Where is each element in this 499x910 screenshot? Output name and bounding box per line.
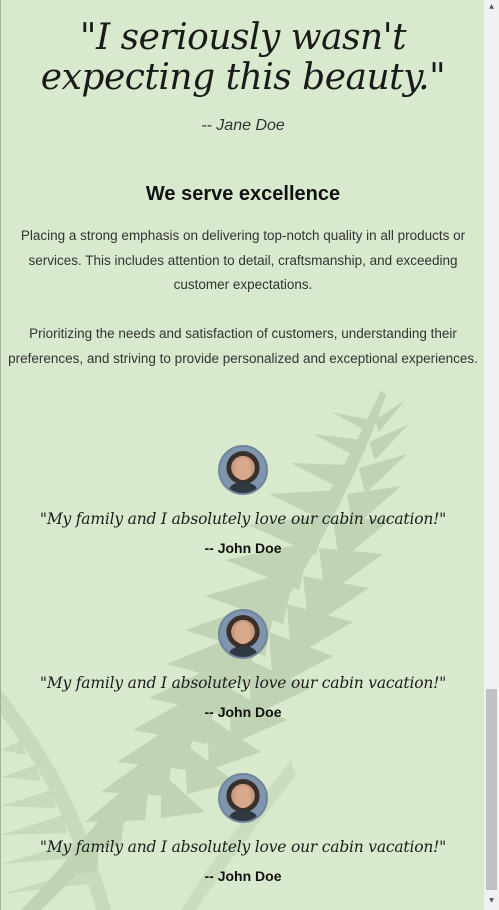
testimonial-quote: "My family and I absolutely love our cab… <box>39 838 447 856</box>
hero-quote-line1: "I seriously wasn't <box>79 17 407 58</box>
testimonial-author: -- John Doe <box>204 540 282 556</box>
testimonial-card: "My family and I absolutely love our cab… <box>1 445 484 556</box>
scroll-up-arrow-icon[interactable]: ▲ <box>488 4 495 10</box>
testimonial-card: "My family and I absolutely love our cab… <box>1 609 484 720</box>
paragraph-customers: Prioritizing the needs and satisfaction … <box>8 326 478 366</box>
scroll-down-arrow-icon[interactable]: ▼ <box>488 898 495 904</box>
testimonial-quote: "My family and I absolutely love our cab… <box>39 510 447 528</box>
testimonial-quote: "My family and I absolutely love our cab… <box>39 674 447 692</box>
person-avatar <box>218 445 268 495</box>
page-content: "I seriously wasn't expecting this beaut… <box>0 0 484 910</box>
paragraph-quality: Placing a strong emphasis on delivering … <box>20 228 466 292</box>
section-title: We serve excellence <box>145 183 341 205</box>
hero-quote-line2: expecting this beauty." <box>40 57 446 98</box>
hero-author: -- Jane Doe <box>201 117 285 134</box>
testimonial-author: -- John Doe <box>204 704 282 720</box>
person-avatar <box>218 609 268 659</box>
testimonial-card: "My family and I absolutely love our cab… <box>1 773 484 884</box>
vertical-scrollbar[interactable]: ▲ ▼ <box>484 0 499 910</box>
person-avatar <box>218 773 268 823</box>
hero-quote: "I seriously wasn't expecting this beaut… <box>1 18 484 98</box>
testimonial-author: -- John Doe <box>204 868 282 884</box>
scrollbar-thumb[interactable] <box>486 689 497 890</box>
